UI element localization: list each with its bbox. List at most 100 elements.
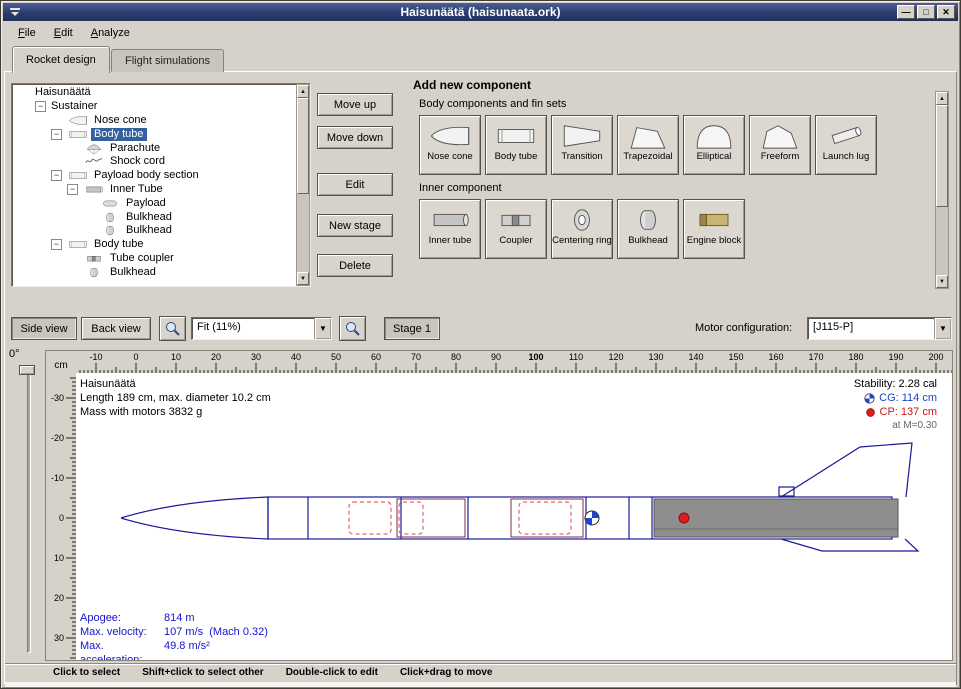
tree-item-haisun-t-[interactable]: Haisunäätä bbox=[15, 86, 294, 100]
svg-text:40: 40 bbox=[291, 352, 301, 362]
flight-summary: Apogee: 814 m Max. velocity: 107 m/s (Ma… bbox=[80, 611, 268, 660]
add-coupler-button[interactable]: Coupler bbox=[485, 199, 547, 259]
back-view-button[interactable]: Back view bbox=[81, 317, 151, 340]
move-up-button[interactable]: Move up bbox=[317, 93, 393, 116]
scrollbar-thumb[interactable] bbox=[936, 105, 948, 207]
add-centering-ring-button[interactable]: Centering ring bbox=[551, 199, 613, 259]
tree-item-label: Nose cone bbox=[91, 114, 150, 127]
expander-icon[interactable]: − bbox=[67, 184, 78, 195]
component-button-label: Centering ring bbox=[552, 236, 612, 247]
expander-icon[interactable]: − bbox=[35, 101, 46, 112]
motor-tube bbox=[654, 499, 898, 537]
rotation-slider-track[interactable] bbox=[27, 367, 31, 653]
add-freeform-button[interactable]: Freeform bbox=[749, 115, 811, 175]
rocket-length: Length 189 cm, max. diameter 10.2 cm bbox=[80, 391, 271, 405]
scrollbar-track[interactable] bbox=[297, 98, 309, 272]
bottom-strip bbox=[5, 682, 956, 687]
zoom-in-button[interactable] bbox=[159, 316, 186, 341]
menu-analyze[interactable]: Analyze bbox=[82, 24, 139, 42]
expander-icon[interactable]: − bbox=[51, 239, 62, 250]
component-button-label: Bulkhead bbox=[628, 236, 668, 247]
add-inner-tube-button[interactable]: Inner tube bbox=[419, 199, 481, 259]
add-transition-button[interactable]: Transition bbox=[551, 115, 613, 175]
minimize-button[interactable]: — bbox=[897, 5, 915, 19]
nose-cone-outline bbox=[121, 497, 268, 539]
tree-scrollbar[interactable]: ▲ ▼ bbox=[296, 84, 310, 286]
magnifier-icon bbox=[344, 320, 361, 337]
add-body-tube-button[interactable]: Body tube bbox=[485, 115, 547, 175]
maximize-button[interactable]: □ bbox=[917, 5, 935, 19]
add-nose-cone-button[interactable]: Nose cone bbox=[419, 115, 481, 175]
parachute-outline bbox=[349, 502, 391, 534]
tree-item-sustainer[interactable]: −Sustainer bbox=[15, 100, 294, 114]
chevron-down-icon[interactable]: ▼ bbox=[314, 318, 331, 339]
cg-marker bbox=[585, 511, 599, 525]
component-button-label: Transition bbox=[561, 152, 602, 163]
motor-configuration-select[interactable]: [J115-P] ▼ bbox=[807, 317, 952, 340]
tree-item-body-tube[interactable]: −Body tube bbox=[15, 127, 294, 141]
bodytube-icon bbox=[494, 120, 538, 151]
side-view-button[interactable]: Side view bbox=[11, 317, 77, 340]
delete-button[interactable]: Delete bbox=[317, 254, 393, 277]
window-menu-icon[interactable] bbox=[7, 5, 23, 19]
tab-flight-simulations[interactable]: Flight simulations bbox=[111, 49, 224, 72]
expander-spacer bbox=[67, 156, 78, 167]
titlebar[interactable]: Haisunäätä (haisunaata.ork) — □ ✕ bbox=[3, 3, 958, 21]
rocket-canvas[interactable]: Haisunäätä Length 189 cm, max. diameter … bbox=[76, 373, 952, 660]
component-button-label: Inner tube bbox=[429, 236, 472, 247]
tree-item-bulkhead[interactable]: Bulkhead bbox=[15, 265, 294, 279]
svg-text:190: 190 bbox=[888, 352, 903, 362]
zoom-select[interactable]: Fit (11%) ▼ bbox=[191, 317, 332, 340]
tree-item-inner-tube[interactable]: −Inner Tube bbox=[15, 183, 294, 197]
close-button[interactable]: ✕ bbox=[937, 5, 955, 19]
expander-icon[interactable]: − bbox=[51, 170, 62, 181]
expander-spacer bbox=[51, 115, 62, 126]
scroll-up-icon[interactable]: ▲ bbox=[936, 92, 948, 105]
svg-text:20: 20 bbox=[54, 593, 64, 603]
rotation-slider-handle[interactable] bbox=[19, 365, 35, 375]
status-hint-click-to-select: Click to select bbox=[53, 667, 120, 678]
scroll-down-icon[interactable]: ▼ bbox=[297, 272, 309, 285]
add-component-scrollbar[interactable]: ▲ ▼ bbox=[935, 91, 949, 289]
new-stage-button[interactable]: New stage bbox=[317, 214, 393, 237]
add-elliptical-button[interactable]: Elliptical bbox=[683, 115, 745, 175]
scrollbar-thumb[interactable] bbox=[297, 98, 309, 194]
svg-text:200: 200 bbox=[928, 352, 943, 362]
move-down-button[interactable]: Move down bbox=[317, 126, 393, 149]
tree-item-body-tube[interactable]: −Body tube bbox=[15, 238, 294, 252]
tree-item-shock-cord[interactable]: Shock cord bbox=[15, 155, 294, 169]
add-trapezoidal-button[interactable]: Trapezoidal bbox=[617, 115, 679, 175]
svg-text:20: 20 bbox=[211, 352, 221, 362]
expander-icon[interactable]: − bbox=[51, 129, 62, 140]
expander-spacer bbox=[19, 87, 30, 98]
section-label-body-components-and-fin-sets: Body components and fin sets bbox=[419, 98, 935, 110]
cg-value: CG: 114 cm bbox=[879, 391, 937, 405]
tree-item-parachute[interactable]: Parachute bbox=[15, 141, 294, 155]
zoom-out-button[interactable] bbox=[339, 316, 366, 341]
scroll-down-icon[interactable]: ▼ bbox=[936, 275, 948, 288]
payload-icon bbox=[96, 197, 123, 210]
nosecone-icon bbox=[64, 114, 91, 127]
svg-text:140: 140 bbox=[688, 352, 703, 362]
tab-rocket-design[interactable]: Rocket design bbox=[12, 46, 110, 73]
edit-button[interactable]: Edit bbox=[317, 173, 393, 196]
tree-item-payload[interactable]: Payload bbox=[15, 196, 294, 210]
scrollbar-track[interactable] bbox=[936, 105, 948, 275]
add-engine-block-button[interactable]: Engine block bbox=[683, 199, 745, 259]
svg-text:10: 10 bbox=[54, 553, 64, 563]
menu-file[interactable]: File bbox=[9, 24, 45, 42]
chevron-down-icon[interactable]: ▼ bbox=[934, 318, 951, 339]
section-label-inner-component: Inner component bbox=[419, 182, 935, 194]
tree-item-tube-coupler[interactable]: Tube coupler bbox=[15, 252, 294, 266]
add-bulkhead-button[interactable]: Bulkhead bbox=[617, 199, 679, 259]
menu-edit[interactable]: Edit bbox=[45, 24, 82, 42]
scroll-up-icon[interactable]: ▲ bbox=[297, 85, 309, 98]
add-launch-lug-button[interactable]: Launch lug bbox=[815, 115, 877, 175]
tree-item-payload-body-section[interactable]: −Payload body section bbox=[15, 169, 294, 183]
tree-item-nose-cone[interactable]: Nose cone bbox=[15, 114, 294, 128]
tree-item-bulkhead[interactable]: Bulkhead bbox=[15, 210, 294, 224]
expander-spacer bbox=[83, 212, 94, 223]
stage-1-toggle[interactable]: Stage 1 bbox=[384, 317, 440, 340]
bulkhead-icon bbox=[96, 224, 123, 237]
tree-item-bulkhead[interactable]: Bulkhead bbox=[15, 224, 294, 238]
